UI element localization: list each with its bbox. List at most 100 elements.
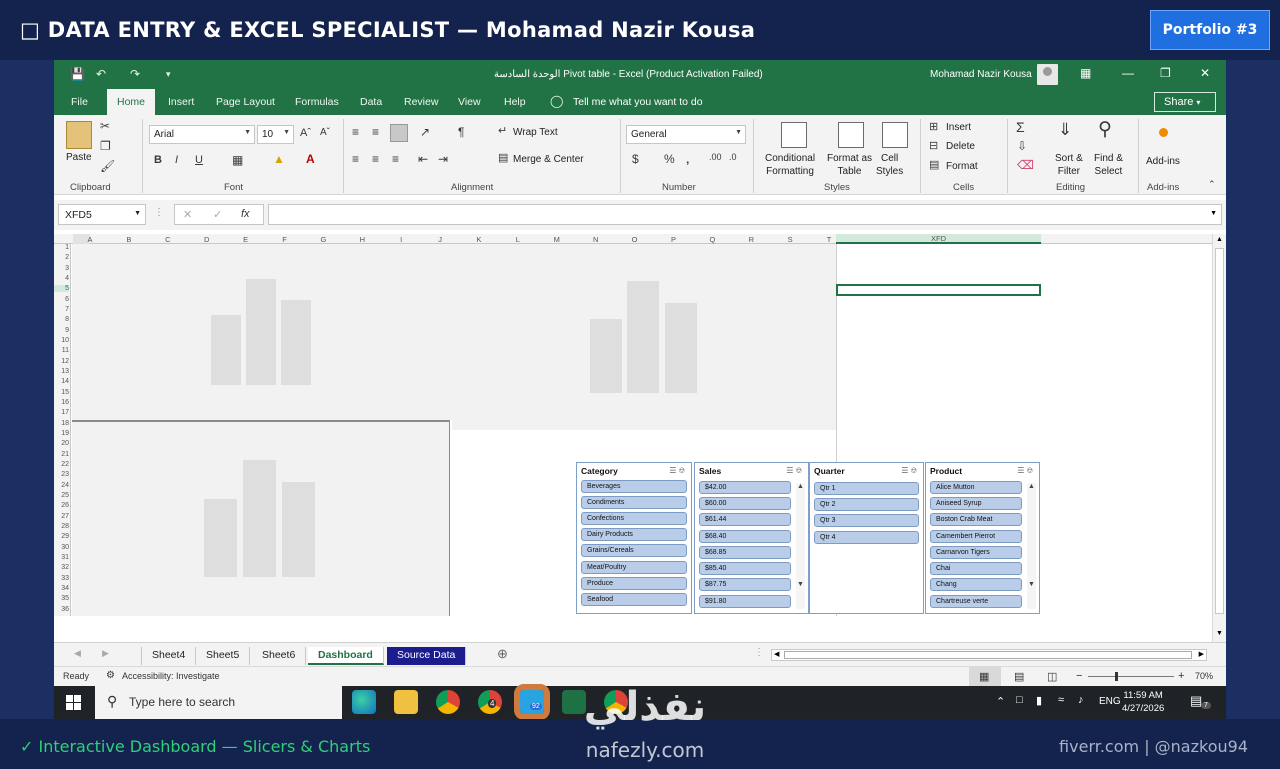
minimize-icon[interactable]: — xyxy=(1122,66,1134,80)
slicer-item[interactable]: Dairy Products xyxy=(581,528,687,541)
format-as-table-icon[interactable] xyxy=(838,122,864,148)
column-header[interactable]: F xyxy=(279,235,291,244)
merge-center-button[interactable]: Merge & Center xyxy=(513,154,584,165)
slicer-quarter[interactable]: Quarter ☰ ⎊ Qtr 1 Qtr 2 Qtr 3 Qtr 4 xyxy=(809,462,924,614)
column-header[interactable]: N xyxy=(590,235,602,244)
column-header[interactable]: G xyxy=(317,235,329,244)
column-header[interactable]: R xyxy=(745,235,757,244)
slicer-item[interactable]: Condiments xyxy=(581,496,687,509)
share-button[interactable]: Share ▾ xyxy=(1154,92,1216,112)
multi-select-icon[interactable]: ☰ ⎊ xyxy=(669,466,685,476)
scroll-up-icon[interactable]: ▲ xyxy=(1216,236,1223,243)
row-header[interactable]: 22 xyxy=(54,461,69,468)
column-header[interactable]: B xyxy=(123,235,135,244)
slicer-scrollbar[interactable]: ▲ ▼ xyxy=(1027,483,1036,609)
row-header[interactable]: 36 xyxy=(54,606,69,613)
zoom-slider-thumb[interactable] xyxy=(1115,672,1118,681)
wrap-text-button[interactable]: Wrap Text xyxy=(513,127,558,138)
number-format-select[interactable]: General ▼ xyxy=(626,125,746,144)
slicer-item[interactable]: Aniseed Syrup xyxy=(930,497,1022,510)
increase-decimal-icon[interactable]: .00 xyxy=(709,152,722,162)
slicer-item[interactable]: $68.85 xyxy=(699,546,791,559)
column-header[interactable]: P xyxy=(668,235,680,244)
align-middle-icon[interactable]: ≡ xyxy=(372,125,379,139)
row-header[interactable]: 15 xyxy=(54,389,69,396)
tab-formulas[interactable]: Formulas xyxy=(295,96,339,108)
row-header[interactable]: 23 xyxy=(54,471,69,478)
multi-select-icon[interactable]: ☰ ⎊ xyxy=(786,466,802,476)
row-header[interactable]: 19 xyxy=(54,430,69,437)
row-header[interactable]: 7 xyxy=(54,306,69,313)
slicer-item[interactable]: Qtr 3 xyxy=(814,514,919,527)
slicer-scrollbar[interactable]: ▲ ▼ xyxy=(796,483,805,609)
multi-select-icon[interactable]: ☰ ⎊ xyxy=(1017,466,1033,476)
align-left-icon[interactable]: ≡ xyxy=(352,152,359,166)
page-break-icon[interactable]: ◫ xyxy=(1047,670,1057,683)
scroll-right-icon[interactable]: ▶ xyxy=(1199,650,1204,658)
scroll-down-icon[interactable]: ▼ xyxy=(1216,630,1223,637)
format-as-table-button[interactable]: Format as Table xyxy=(827,152,872,178)
row-header[interactable]: 21 xyxy=(54,451,69,458)
next-sheet-icon[interactable]: ▶ xyxy=(102,648,109,659)
slicer-sales[interactable]: Sales ☰ ⎊ $42.00 $60.00 $61.44 $68.40 $6… xyxy=(694,462,809,614)
taskbar-search[interactable]: ⚲ Type here to search xyxy=(95,686,342,719)
sort-filter-icon[interactable]: ⇓ xyxy=(1058,120,1072,140)
undo-icon[interactable]: ↶ xyxy=(96,67,106,81)
collapse-ribbon-icon[interactable]: ⌃ xyxy=(1208,179,1216,190)
file-explorer-icon[interactable] xyxy=(394,690,418,714)
enter-icon[interactable]: ✓ xyxy=(213,208,222,221)
zoom-level[interactable]: 70% xyxy=(1195,671,1213,681)
font-name-select[interactable]: Arial ▼ xyxy=(149,125,255,144)
portfolio-button[interactable]: Portfolio #3 xyxy=(1150,10,1270,50)
column-header-xfd[interactable]: XFD xyxy=(836,234,1041,244)
customize-toolbar-icon[interactable]: ▾ xyxy=(166,69,171,80)
tab-home[interactable]: Home xyxy=(107,89,156,115)
slicer-item[interactable]: $91.80 xyxy=(699,595,791,608)
row-header[interactable]: 28 xyxy=(54,523,69,530)
wifi-icon[interactable]: ≈ xyxy=(1058,694,1064,706)
text-direction-icon[interactable]: ¶ xyxy=(458,125,464,139)
tab-review[interactable]: Review xyxy=(404,96,438,108)
scroll-thumb[interactable] xyxy=(1215,248,1224,614)
edge-icon[interactable] xyxy=(352,690,376,714)
row-header[interactable]: 33 xyxy=(54,575,69,582)
row-header[interactable]: 11 xyxy=(54,347,69,354)
sheet-tab[interactable]: Sheet5 xyxy=(196,647,251,665)
increase-indent-icon[interactable]: ⇥ xyxy=(438,152,448,166)
column-header[interactable]: T xyxy=(823,235,835,244)
column-header[interactable]: Q xyxy=(706,235,718,244)
align-top-icon[interactable]: ≡ xyxy=(352,125,359,139)
find-select-button[interactable]: Find & Select xyxy=(1094,152,1123,178)
row-header[interactable]: 24 xyxy=(54,482,69,489)
delete-cells-button[interactable]: Delete xyxy=(946,141,975,152)
name-box[interactable]: XFD5 ▼ xyxy=(58,204,146,225)
slicer-item[interactable]: Qtr 2 xyxy=(814,498,919,511)
tab-help[interactable]: Help xyxy=(504,96,526,108)
insert-function-icon[interactable]: fx xyxy=(241,208,250,220)
slicer-item[interactable]: Chartreuse verte xyxy=(930,595,1022,608)
insert-cells-button[interactable]: Insert xyxy=(946,122,971,133)
battery-icon[interactable]: ▮ xyxy=(1036,694,1042,707)
slicer-item[interactable]: Boston Crab Meat xyxy=(930,513,1022,526)
row-header[interactable]: 26 xyxy=(54,502,69,509)
slicer-item[interactable]: Grains/Cereals xyxy=(581,544,687,557)
column-header[interactable]: D xyxy=(201,235,213,244)
chevron-up-icon[interactable]: ⌃ xyxy=(996,695,1005,708)
horizontal-scrollbar[interactable]: ◀ ▶ xyxy=(771,649,1207,661)
row-header[interactable]: 18 xyxy=(54,420,69,427)
zoom-out-icon[interactable]: − xyxy=(1076,670,1082,682)
tab-insert[interactable]: Insert xyxy=(168,96,194,108)
sheet-tab[interactable]: Source Data xyxy=(387,647,467,665)
slicer-item[interactable]: $60.00 xyxy=(699,497,791,510)
slicer-item[interactable]: Chai xyxy=(930,562,1022,575)
language-indicator[interactable]: ENG xyxy=(1099,696,1121,707)
currency-icon[interactable]: $ xyxy=(632,152,639,166)
slicer-item[interactable]: $87.75 xyxy=(699,578,791,591)
expand-formula-icon[interactable]: ▼ xyxy=(1210,210,1217,217)
font-size-select[interactable]: 10 ▼ xyxy=(257,125,294,144)
sheet-tab-active[interactable]: Dashboard xyxy=(308,647,384,665)
row-header[interactable]: 29 xyxy=(54,533,69,540)
slicer-category[interactable]: Category ☰ ⎊ Beverages Condiments Confec… xyxy=(576,462,692,614)
column-header[interactable]: L xyxy=(512,235,524,244)
vertical-scrollbar[interactable]: ▲ ▼ xyxy=(1212,234,1226,642)
